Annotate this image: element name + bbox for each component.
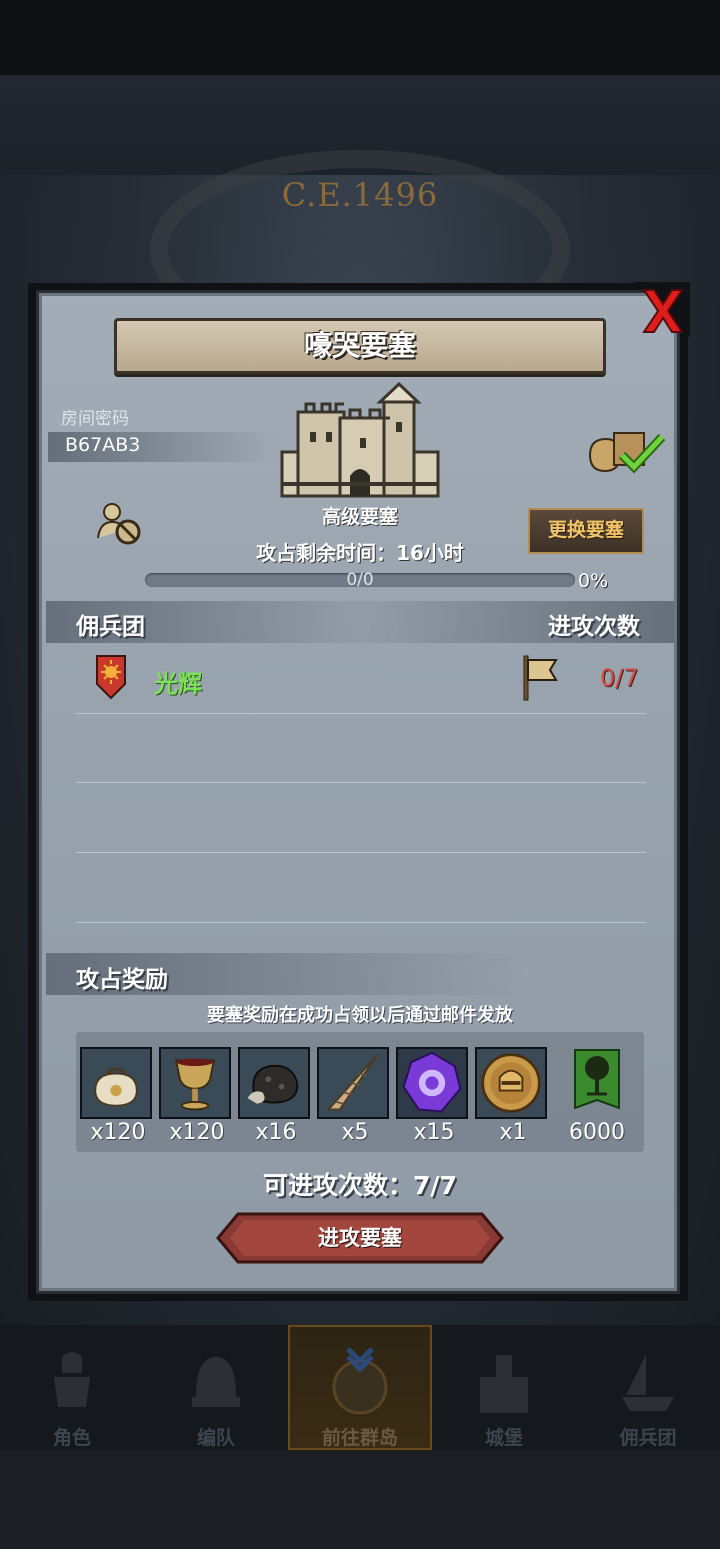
nav-character[interactable]: 角色 xyxy=(0,1325,144,1450)
loot-claimed-icon[interactable] xyxy=(584,425,666,475)
close-button[interactable] xyxy=(632,280,690,342)
reward-quantity: x120 xyxy=(169,1120,225,1145)
capture-time-left: 攻占剩余时间：16小时 xyxy=(256,541,464,565)
reward-item[interactable] xyxy=(159,1047,231,1119)
capture-progress-percent: 0% xyxy=(578,570,609,592)
reward-item[interactable] xyxy=(573,1048,621,1118)
reward-quantity: x15 xyxy=(413,1120,455,1145)
nav-label: 编队 xyxy=(196,1427,235,1449)
compass-icon xyxy=(332,1347,388,1415)
nav-castle[interactable]: 城堡 xyxy=(432,1325,576,1450)
ore-icon xyxy=(240,1049,308,1117)
guild-banner-icon xyxy=(574,1049,620,1110)
room-code-label: 房间密码 xyxy=(61,409,129,429)
guild-attack-count: 0/7 xyxy=(600,664,639,692)
reward-quantity: x1 xyxy=(499,1120,527,1145)
no-user-icon[interactable] xyxy=(96,500,144,546)
nav-label: 角色 xyxy=(52,1427,91,1449)
fortress-level: 高级要塞 xyxy=(321,506,398,528)
fortress-title: 嚎哭要塞 xyxy=(303,329,416,362)
top-bar xyxy=(0,0,720,75)
nav-label: 前往群岛 xyxy=(321,1427,398,1449)
nav-mercenary[interactable]: 佣兵团 xyxy=(576,1325,720,1450)
castle-icon xyxy=(280,381,440,500)
reward-item[interactable] xyxy=(475,1047,547,1119)
era-label: C.E.1496 xyxy=(281,176,439,214)
nav-label: 佣兵团 xyxy=(619,1427,677,1449)
change-fortress-label: 更换要塞 xyxy=(547,519,624,541)
reward-note: 要塞奖励在成功占领以后通过邮件发放 xyxy=(207,1005,513,1026)
nav-islands[interactable]: 前往群岛 xyxy=(288,1325,432,1450)
reward-quantity: x120 xyxy=(90,1120,146,1145)
flag-icon xyxy=(522,654,560,702)
chalice-icon xyxy=(161,1049,229,1117)
reward-quantity: x5 xyxy=(341,1120,369,1145)
reward-header: 攻占奖励 xyxy=(76,967,168,993)
nav-label: 城堡 xyxy=(484,1427,523,1449)
castle-nav-icon xyxy=(480,1355,528,1413)
reward-item[interactable] xyxy=(80,1047,152,1119)
reward-item[interactable] xyxy=(317,1047,389,1119)
bottom-area xyxy=(0,1450,720,1549)
helmet-coin-icon xyxy=(477,1049,545,1117)
horn-icon xyxy=(319,1049,387,1117)
reward-quantity: x16 xyxy=(255,1120,297,1145)
sack-icon xyxy=(82,1049,150,1117)
attack-count-header: 进攻次数 xyxy=(548,614,640,640)
attack-fortress-label: 进攻要塞 xyxy=(318,1226,402,1250)
nav-formation[interactable]: 编队 xyxy=(144,1325,288,1450)
reward-item[interactable] xyxy=(238,1047,310,1119)
list-item-empty xyxy=(76,784,646,853)
guild-emblem-icon xyxy=(95,654,127,700)
reward-item[interactable] xyxy=(396,1047,468,1119)
purple-gem-icon xyxy=(398,1049,466,1117)
capture-progress-count: 0/0 xyxy=(346,570,374,590)
reward-quantity: 6000 xyxy=(569,1120,625,1145)
helmet-icon xyxy=(192,1357,240,1407)
ship-icon xyxy=(622,1355,674,1411)
remaining-attempts: 可进攻次数：7/7 xyxy=(263,1171,457,1200)
list-item-empty xyxy=(76,854,646,923)
mercenary-header: 佣兵团 xyxy=(76,614,145,640)
knight-icon xyxy=(54,1352,90,1407)
guild-name: 光辉 xyxy=(154,670,202,698)
close-icon xyxy=(634,282,690,338)
list-item-empty xyxy=(76,714,646,783)
room-code: B67AB3 xyxy=(65,434,141,456)
